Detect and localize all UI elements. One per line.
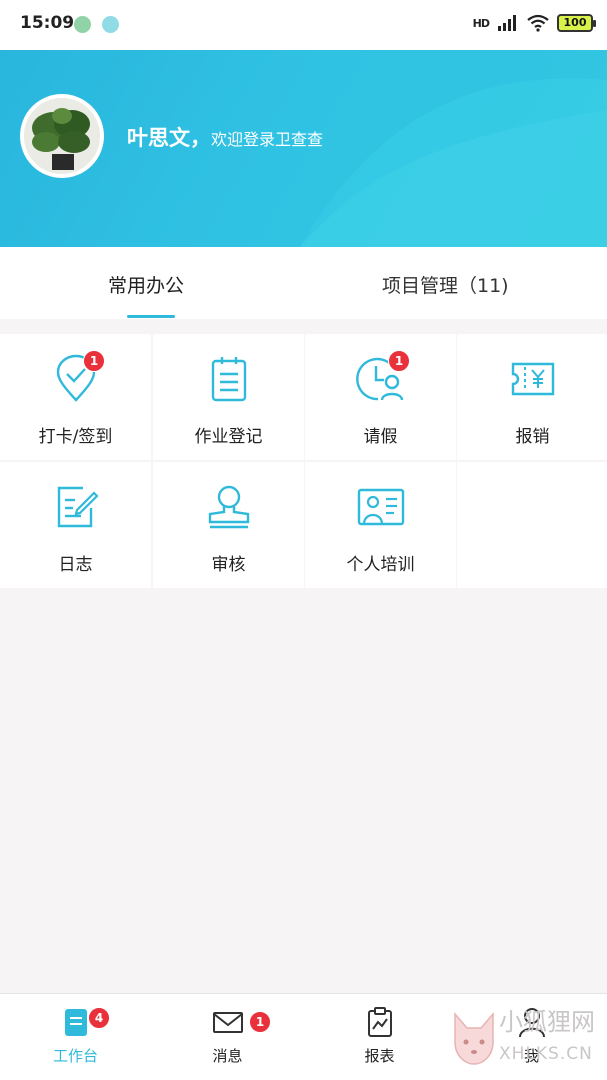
- grid-item-label: 作业登记: [194, 427, 263, 447]
- grid-item-reimburse[interactable]: 报销: [457, 334, 607, 460]
- grid-item-checkin[interactable]: 1 打卡/签到: [0, 334, 151, 460]
- welcome-text: 叶思文，欢迎登录卫查查: [127, 122, 323, 152]
- tab-common-office[interactable]: 常用办公: [108, 271, 184, 298]
- report-icon: [367, 1007, 392, 1037]
- grid-item-leave[interactable]: 1 请假: [305, 334, 456, 460]
- nav-label: 消息: [212, 1047, 243, 1065]
- signal-icon: [498, 15, 516, 31]
- watermark: 小狐狸网 XHLKS.CN: [451, 1000, 601, 1076]
- grid-item-label: 个人培训: [346, 555, 415, 575]
- watermark-title: 小狐狸网: [499, 1008, 595, 1036]
- grid-item-label: 请假: [363, 427, 398, 447]
- grid-item-log[interactable]: 日志: [0, 462, 151, 588]
- grid-item-label: 报销: [515, 427, 550, 447]
- watermark-domain: XHLKS.CN: [499, 1044, 593, 1064]
- avatar[interactable]: [20, 94, 104, 178]
- tab-active-indicator: [127, 315, 175, 318]
- nav-label: 报表: [364, 1047, 395, 1065]
- download-notification-icon: [74, 16, 91, 33]
- status-time: 15:09: [20, 13, 75, 33]
- welcome-message: 欢迎登录卫查查: [211, 130, 324, 149]
- grid-item-label: 审核: [211, 555, 246, 575]
- edit-doc-icon: [57, 486, 99, 528]
- grid-item-training[interactable]: 个人培训: [305, 462, 456, 588]
- app-notification-icon: [102, 16, 119, 33]
- battery-icon: 100: [557, 14, 596, 32]
- wifi-icon: [527, 14, 549, 32]
- nav-reports[interactable]: 报表: [304, 994, 455, 1080]
- user-name: 叶思文，: [127, 126, 211, 150]
- clipboard-icon: [211, 357, 246, 402]
- grid-item-label: 打卡/签到: [38, 427, 113, 447]
- messages-badge: 1: [249, 1011, 271, 1033]
- status-bar: 15:09 HD 100: [0, 0, 607, 50]
- profile-header: 叶思文，欢迎登录卫查查: [0, 50, 607, 247]
- nav-workbench[interactable]: 4 工作台: [0, 994, 151, 1080]
- nav-label: 工作台: [52, 1047, 98, 1065]
- grid-item-work-register[interactable]: 作业登记: [153, 334, 304, 460]
- stamp-icon: [208, 485, 249, 529]
- grid-item-label: 日志: [58, 555, 93, 575]
- mail-icon: [212, 1012, 243, 1033]
- plant-photo: [24, 98, 100, 174]
- training-board-icon: [357, 488, 404, 526]
- checkin-badge: 1: [83, 350, 105, 372]
- network-type: HD: [472, 16, 490, 30]
- workbench-badge: 4: [88, 1007, 110, 1029]
- function-grid: 1 打卡/签到 作业登记 1 请假 报销 日志 审核 个人培训: [0, 334, 607, 590]
- tab-project-management[interactable]: 项目管理（11): [382, 271, 509, 298]
- status-indicators: HD 100: [472, 14, 596, 32]
- fox-logo-icon: [454, 1011, 494, 1065]
- nav-messages[interactable]: 1 消息: [152, 994, 303, 1080]
- grid-item-review[interactable]: 审核: [153, 462, 304, 588]
- receipt-yen-icon: [511, 362, 554, 396]
- workbench-icon: [64, 1009, 87, 1036]
- leave-badge: 1: [388, 350, 410, 372]
- grid-item-empty: [457, 462, 607, 588]
- tab-bar: 常用办公 项目管理（11): [0, 247, 607, 319]
